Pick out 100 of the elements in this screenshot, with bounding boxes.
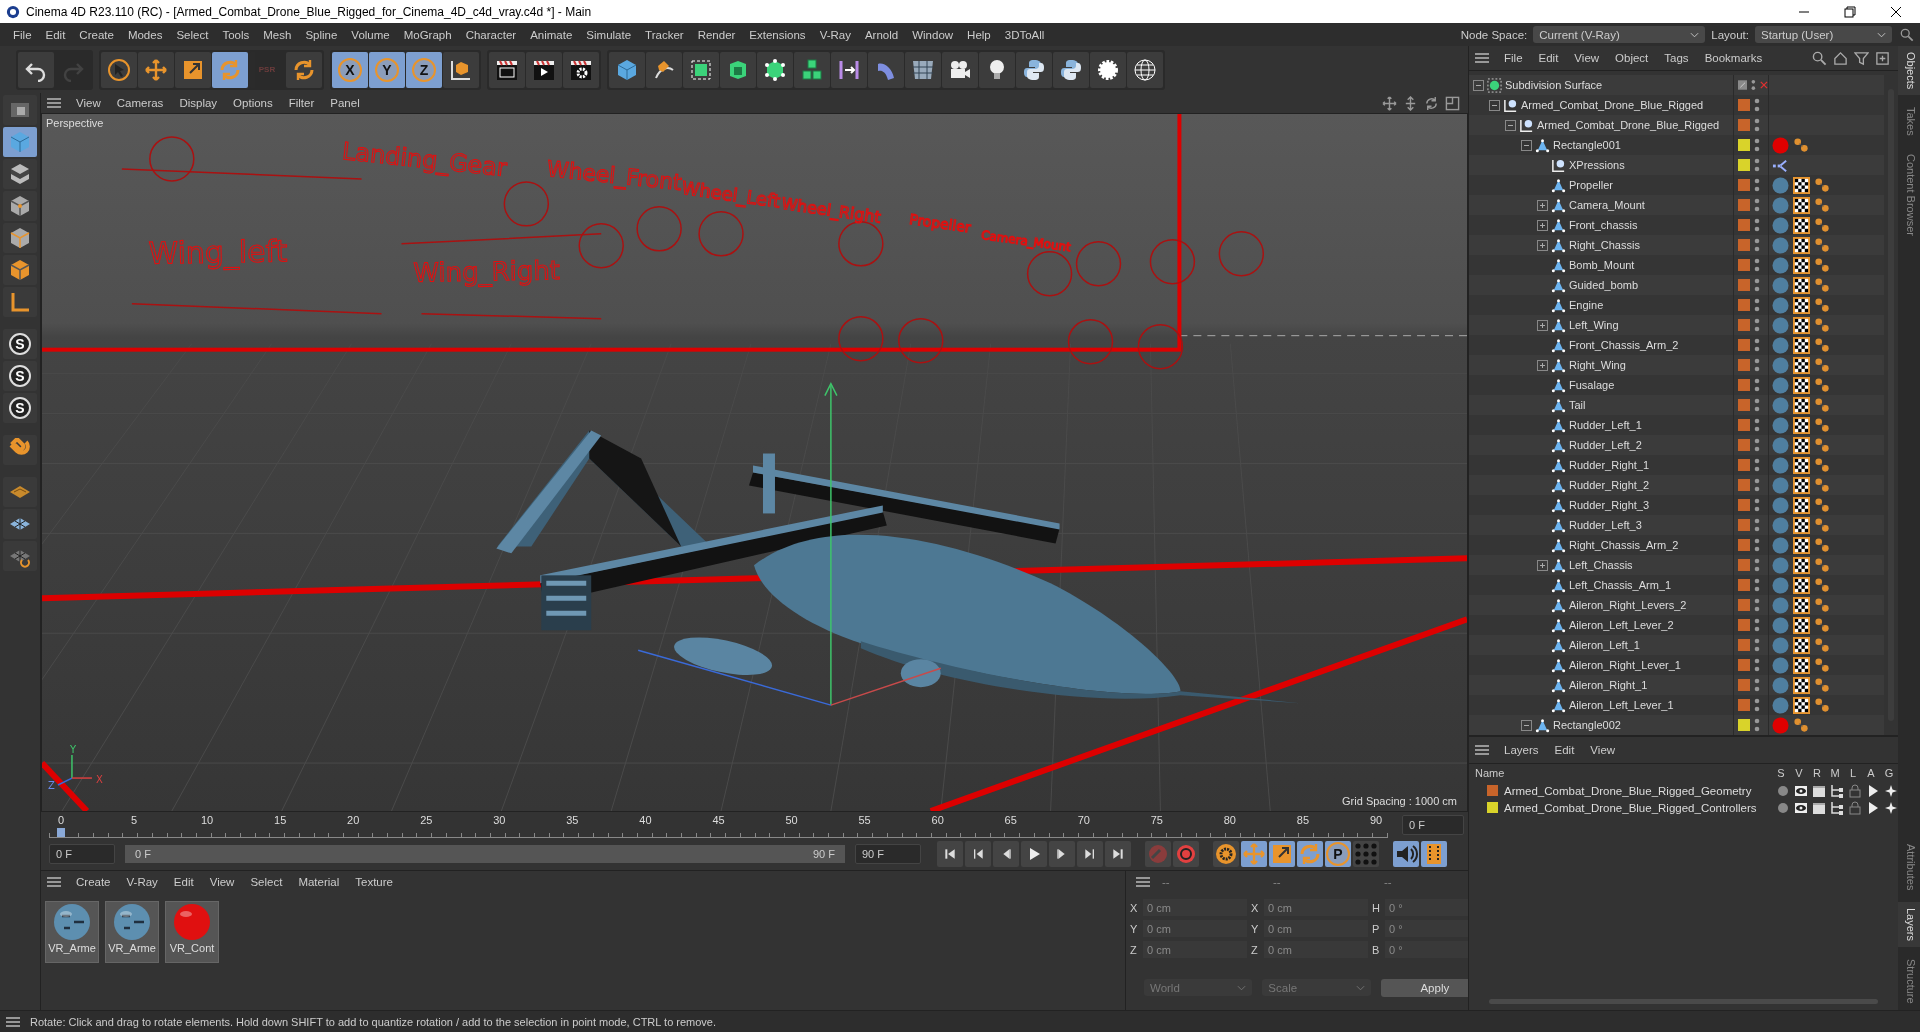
layer-color-swatch[interactable] [1738, 639, 1750, 651]
checker-tag-icon[interactable] [1793, 416, 1810, 434]
material-swatch[interactable]: VR_Cont [165, 901, 219, 963]
material-tag-icon[interactable] [1772, 136, 1789, 154]
menu-item[interactable]: Options [226, 97, 280, 109]
checker-tag-icon[interactable] [1793, 456, 1810, 474]
menu-item[interactable]: Texture [348, 876, 400, 888]
new-window-icon[interactable] [1875, 50, 1890, 66]
menu-item[interactable]: 3DToAll [997, 28, 1052, 41]
weight-tag-icon[interactable] [1814, 616, 1831, 634]
visibility-dots-icon[interactable] [1754, 297, 1760, 313]
coordinate-field[interactable]: 0 cm [1143, 941, 1247, 958]
coordinate-field[interactable]: 0 ° [1385, 920, 1468, 937]
weight-tag-icon[interactable] [1814, 356, 1831, 374]
weight-tag-icon[interactable] [1814, 336, 1831, 354]
layer-color-swatch[interactable] [1738, 619, 1750, 631]
weight-tag-icon[interactable] [1814, 636, 1831, 654]
checker-tag-icon[interactable] [1793, 216, 1810, 234]
axis-button[interactable]: X [332, 51, 368, 88]
toolbar-button[interactable] [720, 51, 756, 88]
checker-tag-icon[interactable] [1793, 696, 1810, 714]
axis-button[interactable]: Y [369, 51, 405, 88]
toolbar-button[interactable] [965, 841, 991, 867]
toolbar-button[interactable] [1127, 51, 1163, 88]
hierarchy-icon[interactable] [1830, 783, 1844, 798]
layer-color-swatch[interactable] [1738, 519, 1750, 531]
visibility-dots-icon[interactable] [1751, 77, 1757, 93]
layer-color-swatch[interactable] [1738, 459, 1750, 471]
layer-color-swatch[interactable] [1487, 802, 1498, 813]
toolbar-button[interactable] [1021, 841, 1047, 867]
object-row[interactable]: Rudder_Left_2 [1469, 435, 1884, 455]
weight-tag-icon[interactable] [1793, 136, 1810, 154]
menu-item[interactable]: Bookmarks [1697, 52, 1770, 64]
menu-item[interactable]: Mesh [256, 28, 299, 41]
layer-color-swatch[interactable] [1738, 579, 1750, 591]
maximize-view-icon[interactable] [1445, 95, 1460, 111]
weight-tag-icon[interactable] [1814, 556, 1831, 574]
object-row[interactable]: Subdivision Surface [1469, 75, 1884, 95]
home-icon[interactable] [1833, 50, 1848, 66]
object-row[interactable]: Aileron_Right_1 [1469, 675, 1884, 695]
visibility-dots-icon[interactable] [1754, 377, 1760, 393]
menu-item[interactable]: Layers [1497, 744, 1546, 756]
layer-color-swatch[interactable] [1738, 439, 1750, 451]
toolbar-button[interactable] [138, 51, 174, 88]
layer-color-swatch[interactable] [1738, 479, 1750, 491]
checker-tag-icon[interactable] [1793, 356, 1810, 374]
visibility-dots-icon[interactable] [1754, 537, 1760, 553]
search-icon[interactable] [1812, 50, 1827, 66]
checker-tag-icon[interactable] [1793, 236, 1810, 254]
weight-tag-icon[interactable] [1814, 216, 1831, 234]
menu-item[interactable]: Help [960, 28, 998, 41]
toolbar-button[interactable] [1077, 841, 1103, 867]
toolbar-button[interactable] [1090, 51, 1126, 88]
menu-icon[interactable] [1136, 877, 1150, 887]
layer-color-swatch[interactable] [1738, 99, 1750, 111]
pan-icon[interactable] [1382, 95, 1397, 111]
visibility-dots-icon[interactable] [1754, 397, 1760, 413]
object-row[interactable]: XPressions [1469, 155, 1884, 175]
layer-color-swatch[interactable] [1738, 539, 1750, 551]
checker-tag-icon[interactable] [1793, 576, 1810, 594]
toolbar-button[interactable] [757, 51, 793, 88]
toolbar-button[interactable] [526, 51, 562, 88]
toolbar-button[interactable] [18, 51, 54, 88]
weight-tag-icon[interactable] [1814, 316, 1831, 334]
visibility-dots-icon[interactable] [1754, 697, 1760, 713]
menu-item[interactable]: View [69, 97, 108, 109]
weight-tag-icon[interactable] [1814, 376, 1831, 394]
layer-row[interactable]: Armed_Combat_Drone_Blue_Rigged_Geometry [1469, 782, 1898, 799]
menu-item[interactable]: Material [291, 876, 347, 888]
visibility-dots-icon[interactable] [1754, 217, 1760, 233]
material-swatch[interactable]: VR_Arme [105, 901, 159, 963]
visibility-dots-icon[interactable] [1754, 277, 1760, 293]
layer-color-swatch[interactable] [1738, 319, 1750, 331]
solo-dot-icon[interactable] [1776, 783, 1790, 798]
layer-color-swatch[interactable] [1738, 699, 1750, 711]
checker-tag-icon[interactable] [1793, 256, 1810, 274]
menu-item[interactable]: Create [72, 28, 121, 41]
weight-tag-icon[interactable] [1814, 676, 1831, 694]
toolbar-button[interactable] [1049, 841, 1075, 867]
restore-icon[interactable] [1844, 5, 1856, 18]
generator-icon[interactable] [1884, 783, 1898, 798]
weight-tag-icon[interactable] [1814, 596, 1831, 614]
checker-tag-icon[interactable] [1793, 476, 1810, 494]
weight-tag-icon[interactable] [1814, 236, 1831, 254]
visibility-dots-icon[interactable] [1754, 717, 1760, 733]
coordinate-field[interactable]: 0 cm [1143, 899, 1247, 916]
menu-icon[interactable] [47, 877, 61, 887]
object-row[interactable]: Aileron_Left_1 [1469, 635, 1884, 655]
current-frame-field[interactable]: 0 F [1402, 815, 1464, 835]
layer-color-swatch[interactable] [1738, 499, 1750, 511]
menu-item[interactable]: Arnold [857, 28, 906, 41]
toolbar-button[interactable] [993, 841, 1019, 867]
weight-tag-icon[interactable] [1814, 396, 1831, 414]
collapse-toggle[interactable] [1521, 719, 1532, 731]
search-icon[interactable] [1900, 27, 1914, 42]
zoom-icon[interactable] [1403, 95, 1418, 111]
menu-item[interactable]: Animate [523, 28, 580, 41]
apply-button[interactable]: Apply [1380, 979, 1468, 997]
menu-item[interactable]: View [1583, 744, 1623, 756]
visibility-dots-icon[interactable] [1754, 97, 1760, 113]
